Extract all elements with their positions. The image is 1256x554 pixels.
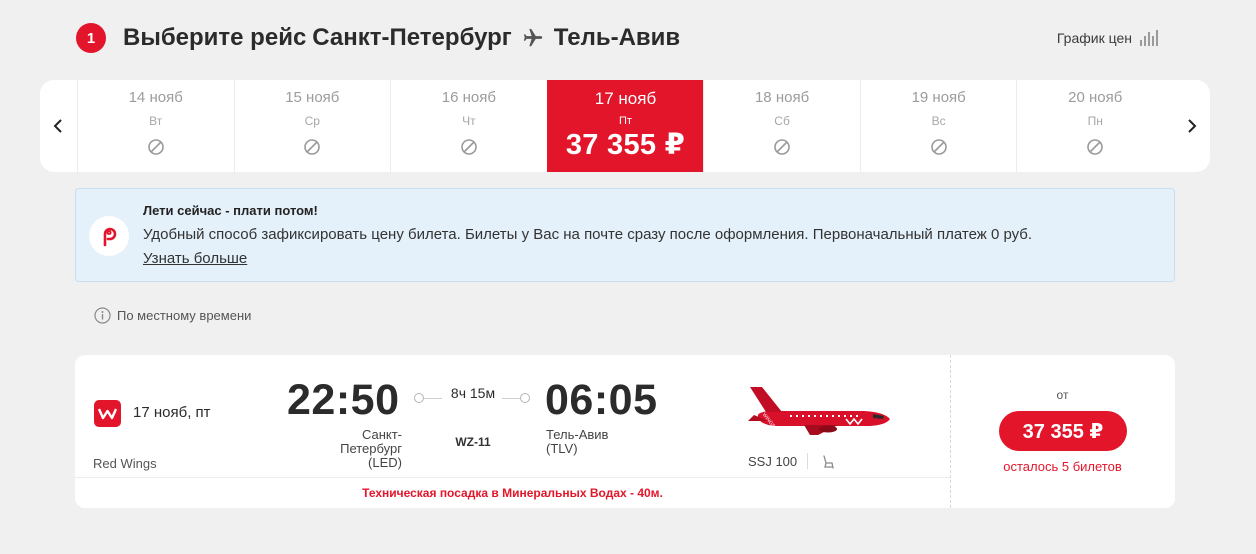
seat-icon xyxy=(823,455,834,469)
weekday-label: Пт xyxy=(619,115,632,127)
promo-title: Лети сейчас - плати потом! xyxy=(143,203,318,218)
date-label: 15 нояб xyxy=(285,89,340,106)
airline-name: Red Wings xyxy=(93,456,157,471)
date-label: 18 нояб xyxy=(754,89,810,106)
no-flights-icon xyxy=(461,139,477,155)
weekday-label: Вс xyxy=(931,114,946,128)
departure-code: (LED) xyxy=(368,455,402,470)
no-flights-icon xyxy=(930,139,947,155)
date-option[interactable]: 16 нояб Чт xyxy=(390,80,547,172)
aircraft-image: RED WINGS xyxy=(748,387,890,435)
route-start-dot xyxy=(414,393,424,403)
aircraft-separator xyxy=(807,453,808,469)
no-flights-icon xyxy=(774,139,790,155)
flight-number: WZ-11 xyxy=(455,435,491,449)
route-end-dot xyxy=(520,393,530,403)
weekday-label: Пн xyxy=(1087,114,1103,128)
weekday-label: Ср xyxy=(304,114,320,128)
select-price-button[interactable]: 37 355 ₽ xyxy=(999,411,1127,451)
page-title: Выберите рейс Санкт-Петербург Тель-Авив xyxy=(123,24,680,52)
local-time-label: По местному времени xyxy=(117,308,252,323)
route-segment xyxy=(502,398,520,399)
date-option-selected[interactable]: 17 нояб Пт 37 355 ₽ xyxy=(546,80,704,172)
chevron-right-icon xyxy=(1187,119,1196,133)
pay-later-logo-icon xyxy=(89,216,129,256)
local-time-note: По местному времени xyxy=(94,307,251,324)
date-label: 19 нояб xyxy=(911,89,966,106)
arrival-time: 06:05 xyxy=(545,376,658,424)
flight-duration: 8ч 15м xyxy=(450,385,496,401)
date-label: 16 нояб xyxy=(441,89,496,106)
promo-text: Удобный способ зафиксировать цену билета… xyxy=(143,226,1033,243)
date-price: 37 355 ₽ xyxy=(565,129,686,161)
price-from-label: от xyxy=(1056,388,1069,402)
bar-chart-icon xyxy=(1140,30,1158,46)
flight-card[interactable]: 17 нояб, пт Red Wings 22:50 Санкт-Петерб… xyxy=(75,355,1175,508)
no-flights-icon xyxy=(147,139,164,155)
arrival-airport: Тель-Авив (TLV) xyxy=(546,428,641,456)
date-strip: 14 нояб Вт 15 нояб Ср 16 нояб Чт 17 нояб… xyxy=(40,80,1210,172)
next-dates-button[interactable] xyxy=(1173,80,1210,172)
no-flights-icon xyxy=(1087,139,1104,155)
arrival-code: (TLV) xyxy=(546,441,578,456)
card-divider xyxy=(950,355,951,508)
info-icon xyxy=(94,307,111,324)
origin-city: Санкт-Петербург xyxy=(312,24,512,51)
airplane-icon xyxy=(522,27,544,49)
price-chart-link[interactable]: График цен xyxy=(1057,30,1158,46)
flight-date: 17 нояб, пт xyxy=(133,404,211,421)
technical-stop-note: Техническая посадка в Минеральных Водах … xyxy=(75,477,950,508)
learn-more-link[interactable]: Узнать больше xyxy=(143,250,247,267)
route-segment xyxy=(424,398,442,399)
seats-left-note: осталось 5 билетов xyxy=(1003,459,1122,474)
chevron-left-icon xyxy=(54,119,63,133)
no-flights-icon xyxy=(304,139,321,155)
aircraft-type: SSJ 100 xyxy=(748,454,798,469)
date-label: 17 нояб xyxy=(594,89,657,108)
date-option[interactable]: 20 нояб Пн xyxy=(1016,80,1173,172)
date-option[interactable]: 19 нояб Вс xyxy=(859,80,1017,172)
date-label: 14 нояб xyxy=(128,89,183,106)
weekday-label: Чт xyxy=(462,114,476,128)
weekday-label: Вт xyxy=(149,114,163,128)
pay-later-banner: Лети сейчас - плати потом! Удобный спосо… xyxy=(75,188,1175,282)
weekday-label: Сб xyxy=(774,114,790,128)
departure-time: 22:50 xyxy=(287,376,400,424)
step-badge: 1 xyxy=(76,23,106,53)
date-option[interactable]: 18 нояб Сб xyxy=(703,80,860,172)
destination-city: Тель-Авив xyxy=(553,24,681,51)
price-chart-label: График цен xyxy=(1056,30,1132,46)
departure-city: Санкт-Петербург xyxy=(340,427,402,456)
arrival-city: Тель-Авив xyxy=(546,427,609,442)
airline-logo-icon xyxy=(94,400,121,427)
prev-dates-button[interactable] xyxy=(40,80,77,172)
date-option[interactable]: 15 нояб Ср xyxy=(233,80,391,172)
title-prefix: Выберите рейс xyxy=(123,24,307,51)
date-label: 20 нояб xyxy=(1068,89,1123,106)
departure-airport: Санкт-Петербург (LED) xyxy=(307,428,402,470)
date-option[interactable]: 14 нояб Вт xyxy=(76,80,234,172)
